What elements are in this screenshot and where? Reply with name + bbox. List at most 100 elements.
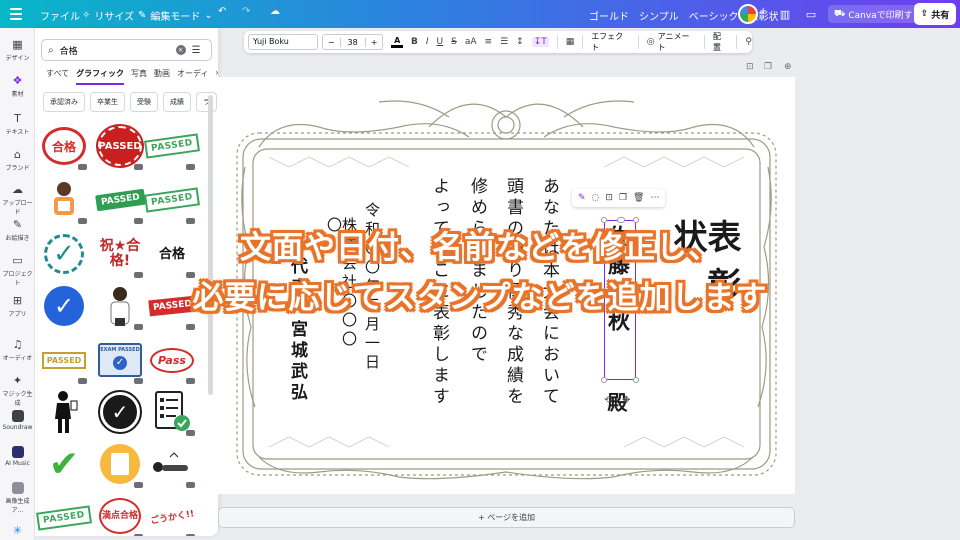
text-color-icon[interactable]: A (391, 36, 403, 48)
font-size-value[interactable]: 38 (339, 37, 366, 47)
move-icon[interactable]: ✥ (622, 395, 630, 406)
avatar[interactable] (738, 4, 758, 24)
graphic-item[interactable] (41, 178, 87, 224)
undo-icon[interactable]: ↶ (218, 6, 226, 17)
rail-item-text[interactable]: T テキスト (0, 112, 35, 136)
effects-button[interactable]: エフェクト (591, 31, 630, 53)
graphic-item[interactable]: PASSED (36, 496, 92, 536)
crown-icon (134, 482, 143, 488)
menu-icon[interactable] (10, 8, 22, 20)
transparency-icon[interactable]: ▦ (566, 37, 575, 47)
graphic-item[interactable] (41, 390, 87, 434)
resize-handle[interactable] (633, 377, 639, 383)
list-icon[interactable]: ☰ (500, 37, 508, 47)
resize-handle[interactable] (601, 377, 607, 383)
graphic-item[interactable] (149, 390, 195, 436)
chip-grades[interactable]: 成績 (163, 92, 191, 112)
rail-item-ai-music[interactable]: AI Music (0, 446, 35, 467)
tab-audio[interactable]: オーディ (177, 68, 208, 85)
graphic-item[interactable]: ✓ (97, 390, 143, 434)
lying-person-illustration (153, 452, 188, 472)
rail-item-audio[interactable]: ♫ オーディオ (0, 338, 35, 362)
decrease-size-button[interactable]: − (323, 38, 340, 47)
tab-photos[interactable]: 写真 (131, 68, 147, 85)
graphic-item[interactable]: ✔ (41, 442, 87, 486)
rail-item-soundraw[interactable]: Soundraw (0, 410, 35, 431)
rail-item-upload[interactable]: ☁ アップロード (0, 183, 35, 216)
crown-icon (186, 482, 195, 488)
truck-icon: ⛟ (834, 8, 846, 19)
add-page-button[interactable]: + ページを追加 (218, 507, 795, 528)
search-box[interactable]: ⌕ × ☰ (41, 39, 212, 61)
rail-item-brand[interactable]: ⌂ ブランド (0, 148, 35, 172)
rail-item-image-gen[interactable]: 画像生成ア... (0, 482, 35, 514)
increase-size-button[interactable]: + (366, 38, 383, 47)
rail-item-more[interactable]: ✳ (0, 524, 35, 539)
italic-icon[interactable]: I (426, 37, 429, 47)
graphic-item[interactable]: Pass (149, 338, 195, 384)
filter-icon[interactable]: ☰ (192, 45, 201, 56)
graphic-item[interactable]: 合格 (41, 124, 87, 170)
graphic-item[interactable]: PASSED (144, 124, 200, 170)
underline-icon[interactable]: U (437, 37, 444, 47)
edit-mode-menu[interactable]: ✎ 編集モード ⌄ (138, 8, 213, 23)
divider (582, 35, 584, 49)
resize-menu[interactable]: ✧ リサイズ (82, 8, 134, 23)
graphic-item[interactable] (97, 442, 143, 488)
comment-icon[interactable]: ▭ (802, 5, 820, 23)
graphic-item[interactable]: PASSED (96, 124, 144, 170)
font-selector[interactable]: Yuji Boku (248, 34, 318, 50)
share-button[interactable]: ⇪ 共有 (914, 3, 956, 25)
strikethrough-icon[interactable]: S (451, 37, 457, 47)
more-icon[interactable]: ⋯ (650, 193, 659, 203)
rotate-icon[interactable]: ⟲ (604, 395, 612, 406)
file-menu[interactable]: ファイル (40, 8, 80, 23)
cloud-sync-icon[interactable]: ☁ (270, 6, 280, 17)
paint-roller-icon[interactable]: ⚲ (745, 37, 752, 47)
rail-item-elements[interactable]: ❖ 素材 (0, 74, 35, 98)
image-gen-icon (11, 482, 24, 494)
search-input[interactable] (59, 45, 170, 55)
crown-icon (78, 164, 87, 170)
clear-icon[interactable]: × (175, 45, 186, 55)
vertical-text-icon[interactable]: ↧T (531, 37, 549, 47)
person-silhouette (55, 391, 78, 433)
chip-exam[interactable]: 受験 (130, 92, 158, 112)
text-icon: T (14, 112, 21, 125)
chip-approved[interactable]: 承認済み (43, 92, 85, 112)
graphic-item[interactable]: EXAM PASSED ✓ (97, 338, 143, 384)
comment-icon[interactable]: ◌ (592, 193, 600, 203)
print-button[interactable]: ⛟ Canvaで印刷する (828, 5, 928, 23)
graphic-item[interactable]: PASSED (144, 178, 200, 224)
trash-icon[interactable]: 🗑 (633, 193, 644, 203)
insights-icon[interactable]: ▥ (776, 5, 794, 23)
rail-item-magic[interactable]: ✦ マジック生成 (0, 374, 35, 407)
graphic-item[interactable]: ごうかく!! (149, 494, 195, 536)
animate-button[interactable]: アニメート (658, 31, 696, 53)
tab-videos[interactable]: 動画 (154, 68, 170, 85)
graphic-item[interactable] (149, 442, 195, 488)
redo-icon[interactable]: ↷ (242, 6, 250, 17)
chip-more[interactable]: ラ (196, 92, 217, 112)
add-page-icon[interactable]: ⊕ (784, 62, 792, 72)
align-icon[interactable]: ≡ (485, 37, 493, 47)
lock-icon[interactable]: ⊡ (605, 193, 613, 203)
chip-graduate[interactable]: 卒業生 (90, 92, 125, 112)
magic-edit-icon[interactable]: ✎ (578, 193, 586, 203)
spacing-icon[interactable]: ↕ (516, 37, 524, 47)
duplicate-icon[interactable]: ❐ (619, 193, 627, 203)
add-collaborator-icon[interactable]: + (759, 6, 767, 17)
tab-all[interactable]: すべて (46, 68, 69, 85)
stamp-text: EXAM PASSED (100, 347, 140, 353)
bold-icon[interactable]: B (411, 37, 418, 47)
graphic-item[interactable]: PASSED (41, 338, 87, 384)
graphic-item[interactable]: PASSED (94, 178, 146, 224)
rail-item-design[interactable]: ▦ デザイン (0, 38, 35, 62)
lock-icon[interactable]: ⊡ (746, 62, 754, 72)
duplicate-page-icon[interactable]: ❐ (764, 62, 772, 72)
tab-graphics[interactable]: グラフィック (76, 68, 124, 85)
position-button[interactable]: 配置 (713, 31, 728, 53)
case-icon[interactable]: aA (465, 37, 477, 47)
graphic-item[interactable]: 満点合格 (97, 494, 143, 536)
stamp-text: PASSED (41, 351, 87, 369)
